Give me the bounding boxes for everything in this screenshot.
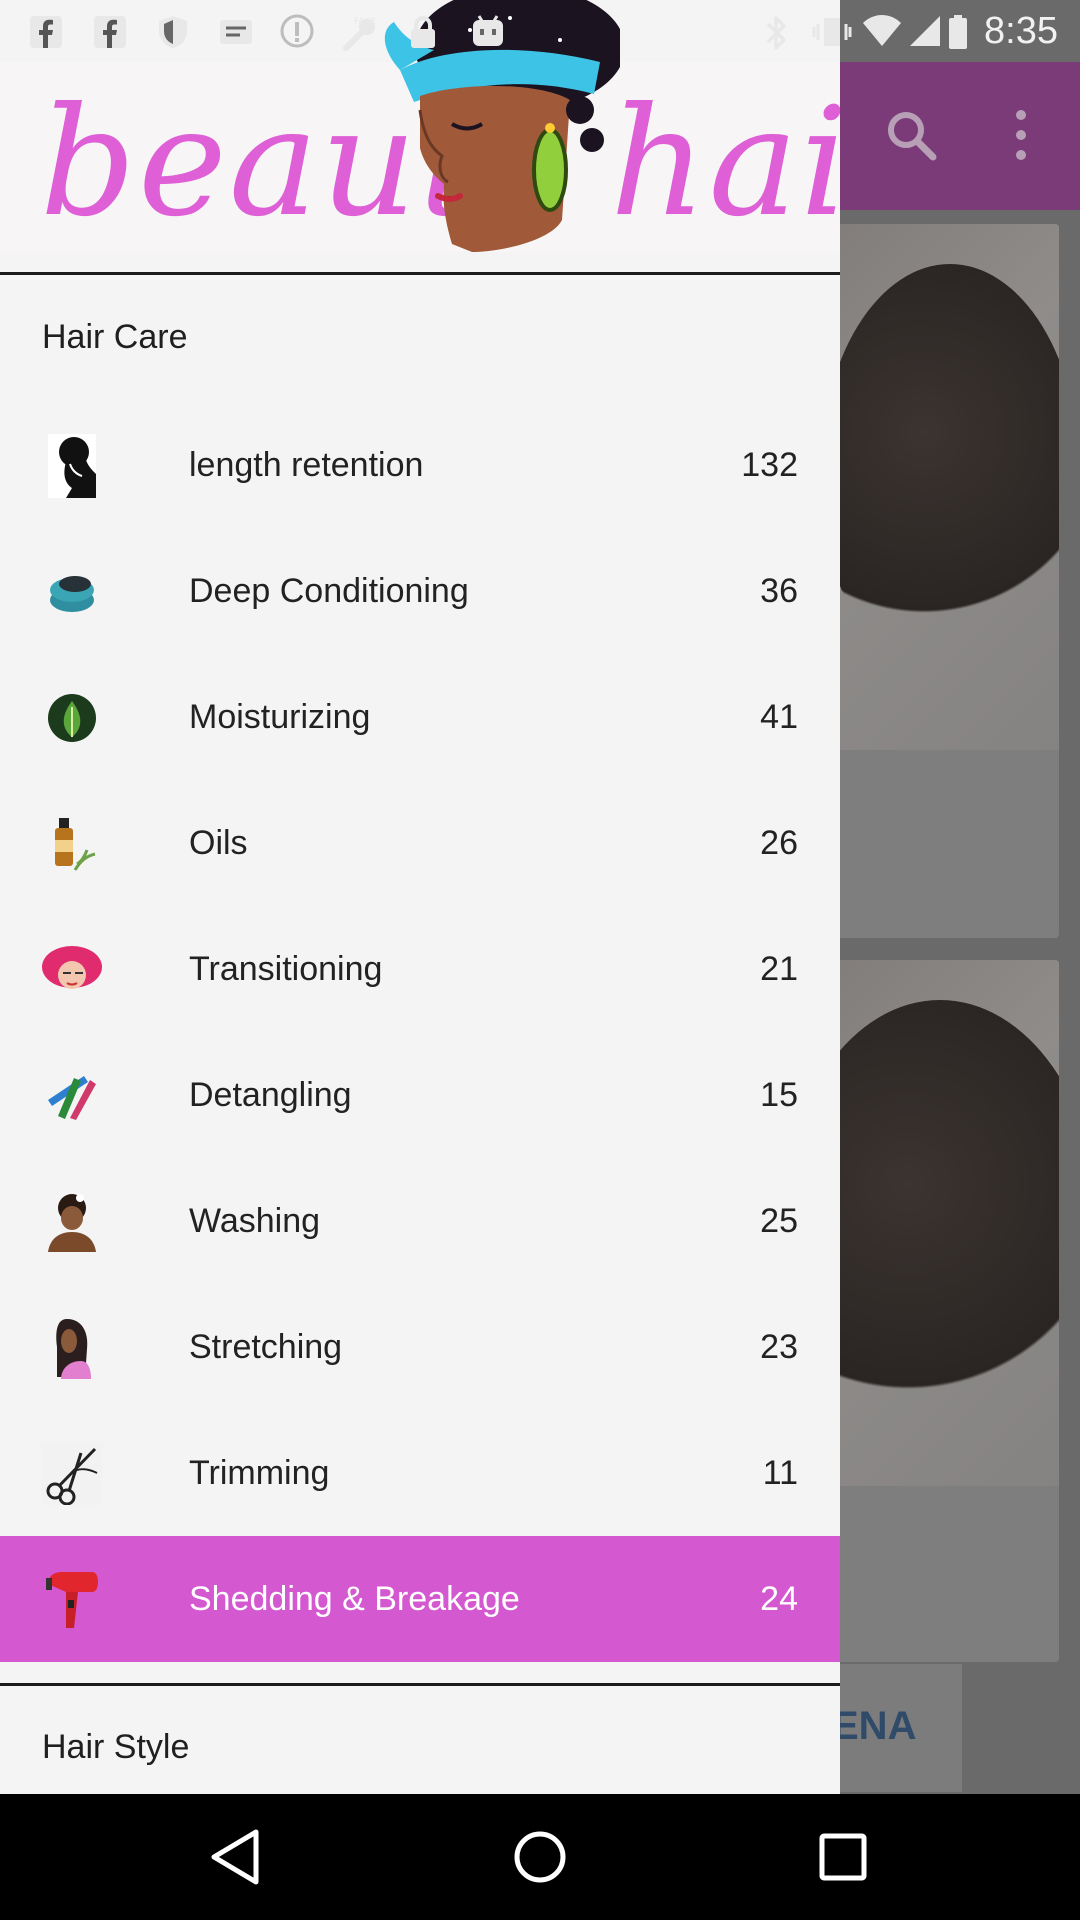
menu-item-label: Transitioning xyxy=(189,950,383,988)
clock: 8:35 xyxy=(984,10,1058,52)
section-divider xyxy=(0,1683,840,1686)
wifi-icon xyxy=(862,14,902,48)
info-icon xyxy=(280,14,314,48)
menu-item-transitioning[interactable]: Transitioning 21 xyxy=(0,906,840,1032)
svg-text:FAKE: FAKE xyxy=(354,17,376,27)
menu-item-trimming[interactable]: Trimming 11 xyxy=(0,1410,840,1536)
jar-icon xyxy=(40,560,104,624)
menu-item-count: 132 xyxy=(741,446,798,484)
menu-item-label: Deep Conditioning xyxy=(189,572,469,610)
signal-icon xyxy=(908,14,942,48)
logo-word-right: hair xyxy=(610,76,840,250)
scissors-icon xyxy=(40,1442,104,1506)
menu-item-count: 36 xyxy=(760,572,798,610)
combs-icon xyxy=(40,1064,104,1128)
menu-item-label: Shedding & Breakage xyxy=(189,1580,520,1618)
android-icon xyxy=(470,14,506,48)
system-nav-bar xyxy=(0,1794,1080,1920)
ad-banner[interactable]: ENA xyxy=(820,1662,964,1794)
facebook-icon xyxy=(92,14,128,48)
bluetooth-icon xyxy=(764,14,790,50)
menu-item-count: 11 xyxy=(762,1454,798,1492)
menu-item-count: 41 xyxy=(760,698,798,736)
status-bar: FAKE 8:35 xyxy=(0,0,1080,62)
menu-item-count: 25 xyxy=(760,1202,798,1240)
menu-item-length-retention[interactable]: length retention 132 xyxy=(0,402,840,528)
overflow-menu-icon[interactable] xyxy=(986,100,1056,170)
woman-icon xyxy=(40,1190,104,1254)
section-title-hair-care: Hair Care xyxy=(42,318,188,356)
navigation-drawer[interactable]: beauty hair Hair Care length retention 1… xyxy=(0,0,840,1794)
vibrate-icon xyxy=(812,14,852,48)
menu-item-count: 21 xyxy=(760,950,798,988)
long-hair-icon xyxy=(40,1316,104,1380)
menu-item-washing[interactable]: Washing 25 xyxy=(0,1158,840,1284)
menu-item-deep-conditioning[interactable]: Deep Conditioning 36 xyxy=(0,528,840,654)
menu-item-count: 15 xyxy=(760,1076,798,1114)
menu-item-count: 26 xyxy=(760,824,798,862)
ad-text: ENA xyxy=(832,1704,917,1748)
menu-item-shedding-breakage[interactable]: Shedding & Breakage 24 xyxy=(0,1536,840,1662)
message-icon xyxy=(218,14,254,48)
menu-item-label: Trimming xyxy=(189,1454,330,1492)
recents-icon[interactable] xyxy=(808,1822,878,1892)
menu-item-label: Washing xyxy=(189,1202,321,1240)
menu-item-stretching[interactable]: Stretching 23 xyxy=(0,1284,840,1410)
facebook-icon xyxy=(28,14,64,48)
menu-item-label: Detangling xyxy=(189,1076,352,1114)
menu-item-label: length retention xyxy=(189,446,424,484)
shield-icon xyxy=(156,14,190,48)
back-icon[interactable] xyxy=(204,1822,274,1892)
oil-bottle-icon xyxy=(40,812,104,876)
menu-item-label: Moisturizing xyxy=(189,698,371,736)
search-icon[interactable] xyxy=(876,100,946,170)
home-icon[interactable] xyxy=(505,1822,575,1892)
menu-item-moisturizing[interactable]: Moisturizing 41 xyxy=(0,654,840,780)
lock-icon xyxy=(408,14,438,48)
afro-icon xyxy=(40,938,104,1002)
section-title-hair-style: Hair Style xyxy=(42,1728,190,1766)
menu-item-count: 23 xyxy=(760,1328,798,1366)
menu-item-label: Stretching xyxy=(189,1328,343,1366)
silhouette-icon xyxy=(40,434,104,498)
menu-item-oils[interactable]: Oils 26 xyxy=(0,780,840,906)
fake-gps-icon: FAKE xyxy=(340,14,380,51)
hair-dryer-icon xyxy=(40,1568,104,1632)
menu-item-detangling[interactable]: Detangling 15 xyxy=(0,1032,840,1158)
menu-item-count: 24 xyxy=(760,1580,798,1618)
aloe-icon xyxy=(40,686,104,750)
menu-item-label: Oils xyxy=(189,824,248,862)
battery-icon xyxy=(948,14,968,49)
